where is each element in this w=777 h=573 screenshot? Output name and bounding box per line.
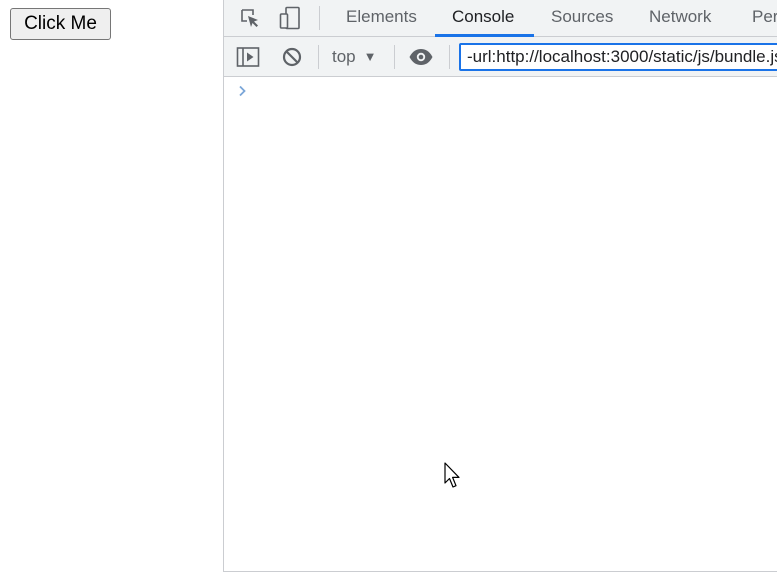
console-filter-input[interactable] (459, 43, 777, 71)
tab-sources[interactable]: Sources (551, 0, 613, 36)
click-me-button[interactable]: Click Me (10, 8, 111, 40)
eye-icon[interactable] (408, 44, 434, 70)
tab-console[interactable]: Console (452, 0, 514, 36)
toolbar-divider-3 (449, 45, 450, 69)
execution-context-value: top (332, 47, 356, 66)
execution-context-select[interactable]: top ▼ (332, 45, 377, 69)
tab-performance[interactable]: Per (752, 0, 777, 36)
devtools-panel: Elements Console Sources Network Per top… (223, 0, 777, 572)
screen: Click Me Elements Console Sources Networ… (0, 0, 777, 573)
tab-bar-divider (319, 6, 320, 30)
console-toolbar: top ▼ (224, 37, 777, 77)
devtools-tab-bar: Elements Console Sources Network Per (224, 0, 777, 37)
show-sidebar-icon[interactable] (235, 44, 261, 70)
toolbar-divider-2 (394, 45, 395, 69)
chevron-right-icon (237, 83, 249, 99)
inspect-element-icon[interactable] (237, 5, 263, 31)
mouse-cursor-icon (444, 462, 462, 490)
toolbar-divider-1 (318, 45, 319, 69)
tab-network[interactable]: Network (649, 0, 711, 36)
clear-console-icon[interactable] (279, 44, 305, 70)
page-viewport: Click Me (0, 0, 223, 573)
console-output[interactable] (224, 77, 777, 571)
device-toolbar-icon[interactable] (277, 5, 303, 31)
dropdown-arrow-icon: ▼ (363, 49, 377, 64)
tab-elements[interactable]: Elements (346, 0, 417, 36)
